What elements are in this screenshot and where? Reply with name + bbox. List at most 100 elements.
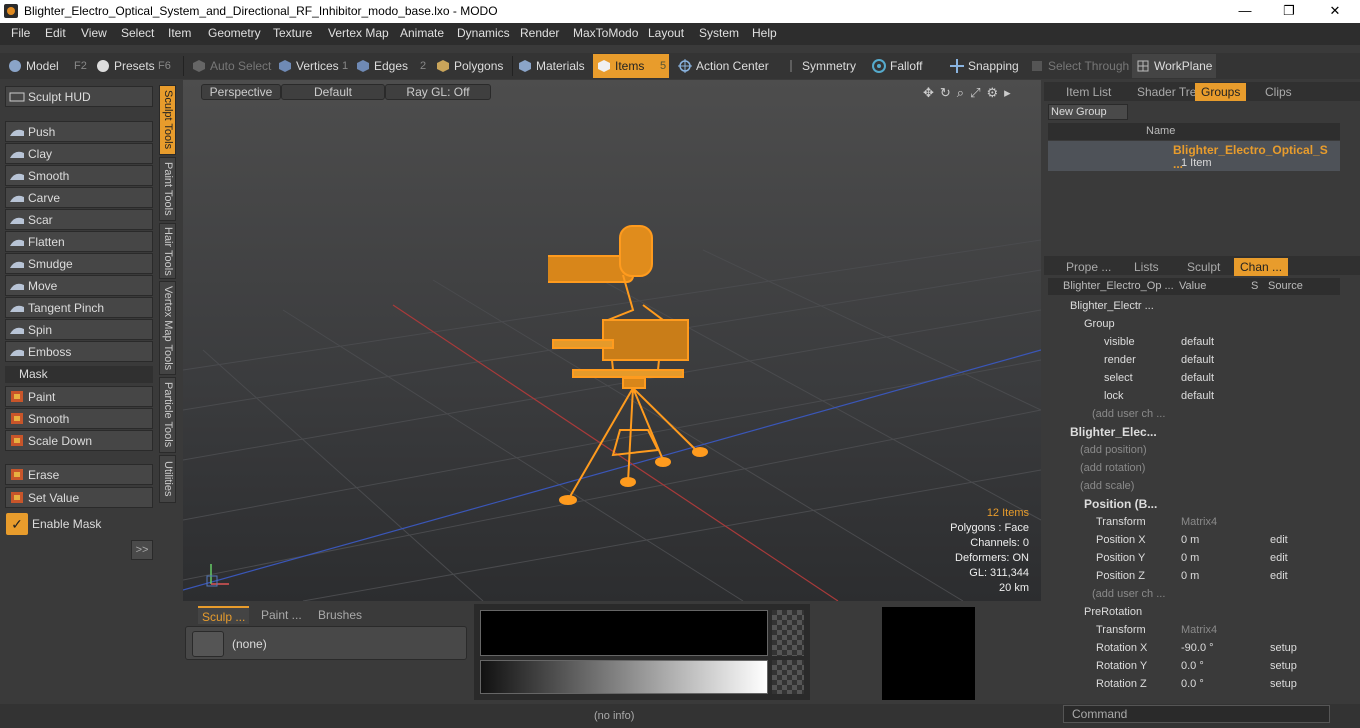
tab-hair-tools[interactable]: Hair Tools [159, 223, 176, 279]
menu-geometry[interactable]: Geometry [208, 26, 261, 40]
brush-selector[interactable]: (none) [185, 626, 467, 660]
channel-row[interactable]: Blighter_Elec... [1048, 423, 1344, 441]
sculpt-tool-carve[interactable]: Carve [5, 187, 153, 208]
channel-row[interactable]: Transform Matrix4 [1048, 621, 1344, 639]
channel-value[interactable]: 0 m [1181, 549, 1199, 567]
tab-sculpt-props[interactable]: Sculpt [1187, 258, 1220, 276]
tab-brushes[interactable]: Brushes [318, 606, 362, 624]
sculpt-tool-emboss[interactable]: Emboss [5, 341, 153, 362]
menu-select[interactable]: Select [121, 26, 154, 40]
channel-value[interactable]: 0.0 ° [1181, 657, 1204, 675]
group-row[interactable]: Blighter_Electro_Optical_S ... 1 Item [1048, 141, 1340, 171]
channel-row[interactable]: Group [1048, 315, 1344, 333]
sculpt-tool-smooth[interactable]: Smooth [5, 165, 153, 186]
channel-value[interactable]: 0.0 ° [1181, 675, 1204, 693]
menu-vertex-map[interactable]: Vertex Map [328, 26, 389, 40]
menu-maxtomodo[interactable]: MaxToModo [573, 26, 638, 40]
edges-button[interactable]: Edges [352, 54, 430, 78]
sculpt-tool-smudge[interactable]: Smudge [5, 253, 153, 274]
new-group-button[interactable]: New Group [1048, 104, 1128, 120]
tab-groups[interactable]: Groups [1195, 83, 1247, 101]
channel-row[interactable]: (add rotation) [1048, 459, 1344, 477]
channel-value[interactable]: 0 m [1181, 567, 1199, 585]
menu-item[interactable]: Item [168, 26, 191, 40]
select-through-button[interactable]: Select Through [1026, 54, 1129, 78]
channel-value[interactable]: Matrix4 [1181, 621, 1217, 639]
3d-viewport[interactable]: Perspective Default Ray GL: Off ✥↻⌕⤢⚙▸ 1… [183, 80, 1041, 601]
menu-help[interactable]: Help [752, 26, 777, 40]
tab-paint[interactable]: Paint ... [261, 606, 302, 624]
falloff-button[interactable]: Falloff [868, 54, 940, 78]
menu-animate[interactable]: Animate [400, 26, 444, 40]
sculpt-tool-push[interactable]: Push [5, 121, 153, 142]
menu-view[interactable]: View [81, 26, 107, 40]
tab-clips[interactable]: Clips [1265, 83, 1292, 101]
channel-row[interactable]: lock default [1048, 387, 1344, 405]
mask-tool-scale-down[interactable]: Scale Down [5, 430, 153, 451]
maximize-button[interactable]: ❐ [1266, 0, 1312, 23]
channel-value[interactable]: default [1181, 333, 1214, 351]
polygons-button[interactable]: Polygons [432, 54, 510, 78]
workplane-button[interactable]: WorkPlane [1132, 54, 1216, 78]
perspective-dropdown[interactable]: Perspective [201, 84, 281, 100]
sculpt-hud-button[interactable]: Sculpt HUD [5, 86, 153, 107]
menu-render[interactable]: Render [520, 26, 559, 40]
minimize-button[interactable]: — [1222, 0, 1268, 23]
mask-tool-paint[interactable]: Paint [5, 386, 153, 407]
items-button[interactable]: Items [593, 54, 669, 78]
tab-properties[interactable]: Prope ... [1066, 258, 1111, 276]
materials-button[interactable]: Materials [514, 54, 590, 78]
menu-file[interactable]: File [11, 26, 30, 40]
channel-value[interactable]: default [1181, 387, 1214, 405]
menu-edit[interactable]: Edit [45, 26, 66, 40]
tab-channels[interactable]: Chan ... [1234, 258, 1289, 276]
channel-row[interactable]: Position Y 0 m edit [1048, 549, 1344, 567]
tab-utilities[interactable]: Utilities [159, 455, 176, 503]
sculpt-tool-flatten[interactable]: Flatten [5, 231, 153, 252]
channel-row[interactable]: Position Z 0 m edit [1048, 567, 1344, 585]
mask-section-header[interactable]: Mask [5, 366, 153, 383]
channel-value[interactable]: 0 m [1181, 531, 1199, 549]
channel-row[interactable]: PreRotation [1048, 603, 1344, 621]
command-input[interactable]: Command [1063, 705, 1330, 723]
tab-shader-tree[interactable]: Shader Tree [1137, 83, 1203, 101]
enable-mask-checkbox[interactable]: ✓ [6, 513, 28, 535]
channel-row[interactable]: Rotation Z 0.0 ° setup [1048, 675, 1344, 693]
channel-row[interactable]: (add position) [1048, 441, 1344, 459]
vertices-button[interactable]: Vertices [274, 54, 352, 78]
channel-row[interactable]: (add user ch ... [1048, 405, 1344, 423]
channel-row[interactable]: render default [1048, 351, 1344, 369]
viewport-nav-icons[interactable]: ✥↻⌕⤢⚙▸ [923, 85, 1017, 101]
erase-button[interactable]: Erase [5, 464, 153, 485]
mask-tool-smooth[interactable]: Smooth [5, 408, 153, 429]
action-center-button[interactable]: Action Center [674, 54, 770, 78]
channel-row[interactable]: Rotation X -90.0 ° setup [1048, 639, 1344, 657]
menu-system[interactable]: System [699, 26, 739, 40]
menu-layout[interactable]: Layout [648, 26, 684, 40]
symmetry-button[interactable]: Symmetry [780, 54, 866, 78]
set-value-button[interactable]: Set Value [5, 487, 153, 508]
channel-value[interactable]: default [1181, 351, 1214, 369]
raygl-dropdown[interactable]: Ray GL: Off [385, 84, 491, 100]
channel-value[interactable]: default [1181, 369, 1214, 387]
sculpt-tool-clay[interactable]: Clay [5, 143, 153, 164]
snapping-button[interactable]: Snapping [946, 54, 1022, 78]
tab-paint-tools[interactable]: Paint Tools [159, 157, 176, 221]
channel-value[interactable]: Matrix4 [1181, 513, 1217, 531]
auto-select-button[interactable]: Auto Select [188, 54, 272, 78]
channel-row[interactable]: Transform Matrix4 [1048, 513, 1344, 531]
channel-row[interactable]: (add scale) [1048, 477, 1344, 495]
channel-row[interactable]: Position (B... [1048, 495, 1344, 513]
shading-default-dropdown[interactable]: Default [281, 84, 385, 100]
tab-item-list[interactable]: Item List [1066, 83, 1111, 101]
channel-row[interactable]: Rotation Y 0.0 ° setup [1048, 657, 1344, 675]
sculpt-tool-move[interactable]: Move [5, 275, 153, 296]
close-button[interactable]: ✕ [1312, 0, 1358, 23]
channel-row[interactable]: visible default [1048, 333, 1344, 351]
channel-value[interactable]: -90.0 ° [1181, 639, 1214, 657]
menu-dynamics[interactable]: Dynamics [457, 26, 510, 40]
tab-vertex-map-tools[interactable]: Vertex Map Tools [159, 281, 176, 375]
sculpt-tool-spin[interactable]: Spin [5, 319, 153, 340]
tab-particle-tools[interactable]: Particle Tools [159, 377, 176, 453]
channel-row[interactable]: (add user ch ... [1048, 585, 1344, 603]
